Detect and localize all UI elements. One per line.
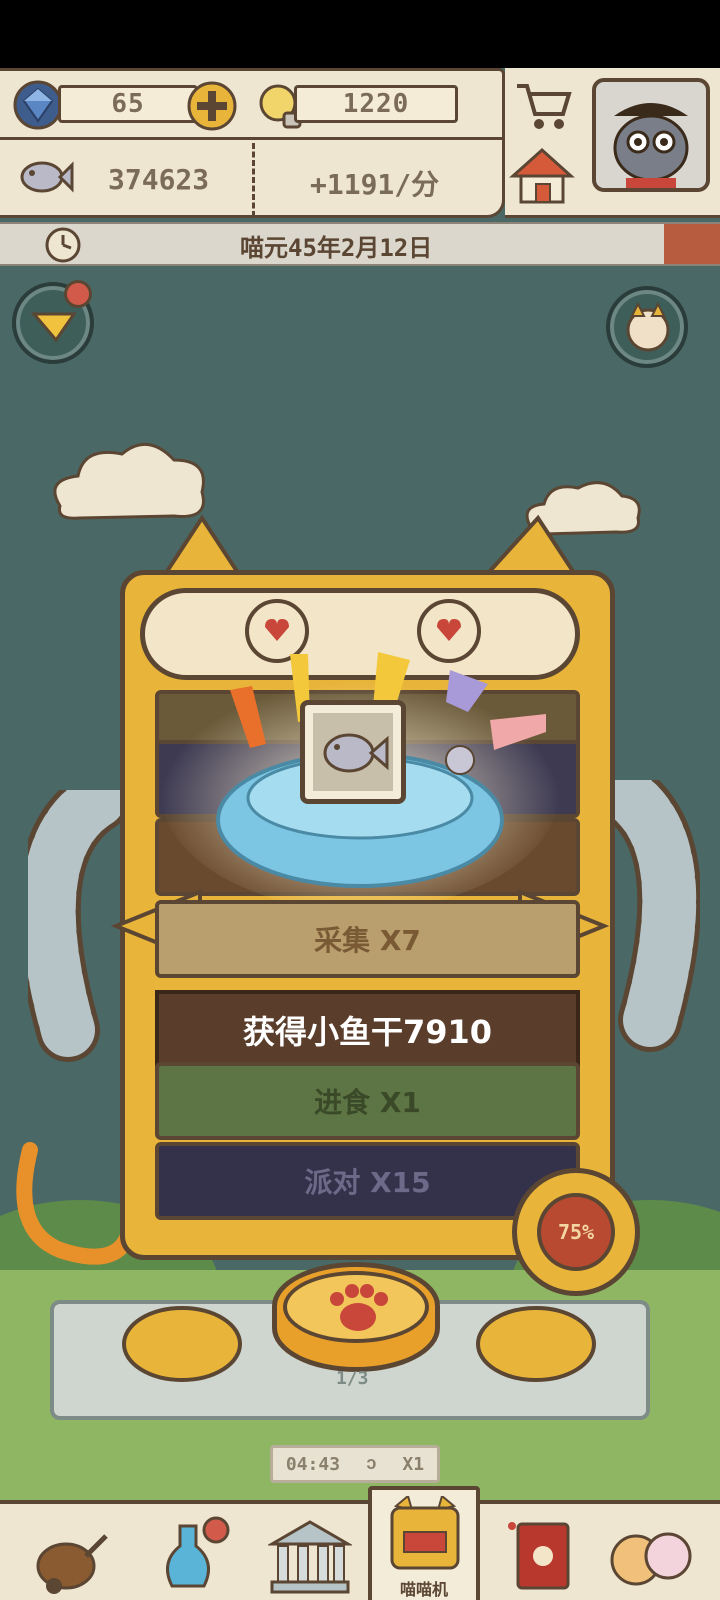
shop-cart-icon[interactable] xyxy=(511,74,575,136)
task-collect[interactable]: 采集 X7 xyxy=(155,900,580,978)
paw-icon xyxy=(330,1284,388,1331)
timer-pill: 04:43 ↄ X1 xyxy=(270,1445,440,1483)
cat-avatar-icon xyxy=(613,103,689,188)
rate-divider xyxy=(252,143,255,217)
timer-multiplier: X1 xyxy=(402,1453,425,1475)
potion-icon xyxy=(166,1516,230,1588)
nav-item-book[interactable] xyxy=(494,1512,590,1600)
book-icon xyxy=(508,1522,570,1590)
machine-icon xyxy=(390,1496,460,1570)
cat-face-icon xyxy=(626,302,670,352)
paw-press-button[interactable] xyxy=(272,1262,440,1372)
progress-label: 75% xyxy=(537,1193,615,1271)
cart-icon xyxy=(36,1534,108,1594)
player-avatar[interactable] xyxy=(592,78,710,192)
game-date: 喵元45年2月12日 xyxy=(240,234,433,262)
nav-item-temple[interactable] xyxy=(262,1512,358,1600)
task-eat[interactable]: 进食 X1 xyxy=(155,1062,580,1140)
task-party-label: 派对 X15 xyxy=(304,1166,431,1199)
cats-icon xyxy=(610,1532,692,1586)
nav-item-machine[interactable]: 喵喵机 xyxy=(368,1486,480,1600)
notification-dot xyxy=(64,280,92,308)
nav-item-cart[interactable] xyxy=(20,1512,116,1600)
fish-reward-icon xyxy=(313,713,393,791)
clock-icon xyxy=(45,227,81,263)
gem-icon xyxy=(13,80,63,130)
bulb-count: 1220 xyxy=(294,85,458,123)
date-accent xyxy=(664,224,720,264)
task-eat-label: 进食 X1 xyxy=(314,1086,421,1119)
reward-toast: 获得小鱼干7910 xyxy=(155,990,580,1070)
reward-item-frame xyxy=(300,700,406,804)
nav-item-cats[interactable] xyxy=(604,1512,700,1600)
nav-item-potion[interactable] xyxy=(140,1512,236,1600)
add-gems-button[interactable] xyxy=(186,80,238,132)
paw-button-top xyxy=(283,1271,429,1343)
panel-divider xyxy=(0,137,502,140)
fish-rate: +1191/分 xyxy=(310,168,440,201)
temple-icon xyxy=(268,1520,352,1594)
fish-count: 374623 xyxy=(108,163,210,196)
fish-icon xyxy=(20,161,74,193)
bowl-icon xyxy=(30,312,77,343)
bottom-nav: 喵喵机 xyxy=(0,1486,720,1600)
resource-panel: 65 1220 374623 +1191/分 xyxy=(0,68,505,218)
task-collect-label: 采集 X7 xyxy=(314,924,421,957)
status-bar xyxy=(0,0,720,68)
timer-value: 04:43 xyxy=(285,1453,341,1475)
date-bar: 喵元45年2月12日 xyxy=(0,222,720,266)
nav-item-machine-label: 喵喵机 xyxy=(399,1580,448,1599)
press-count: 1/3 xyxy=(336,1368,369,1389)
home-icon[interactable] xyxy=(509,146,575,208)
gem-count: 65 xyxy=(58,85,198,123)
progress-gauge: 75% xyxy=(512,1168,640,1296)
swirl-icon: ↄ xyxy=(365,1453,377,1474)
cat-portrait-button[interactable] xyxy=(606,286,688,368)
